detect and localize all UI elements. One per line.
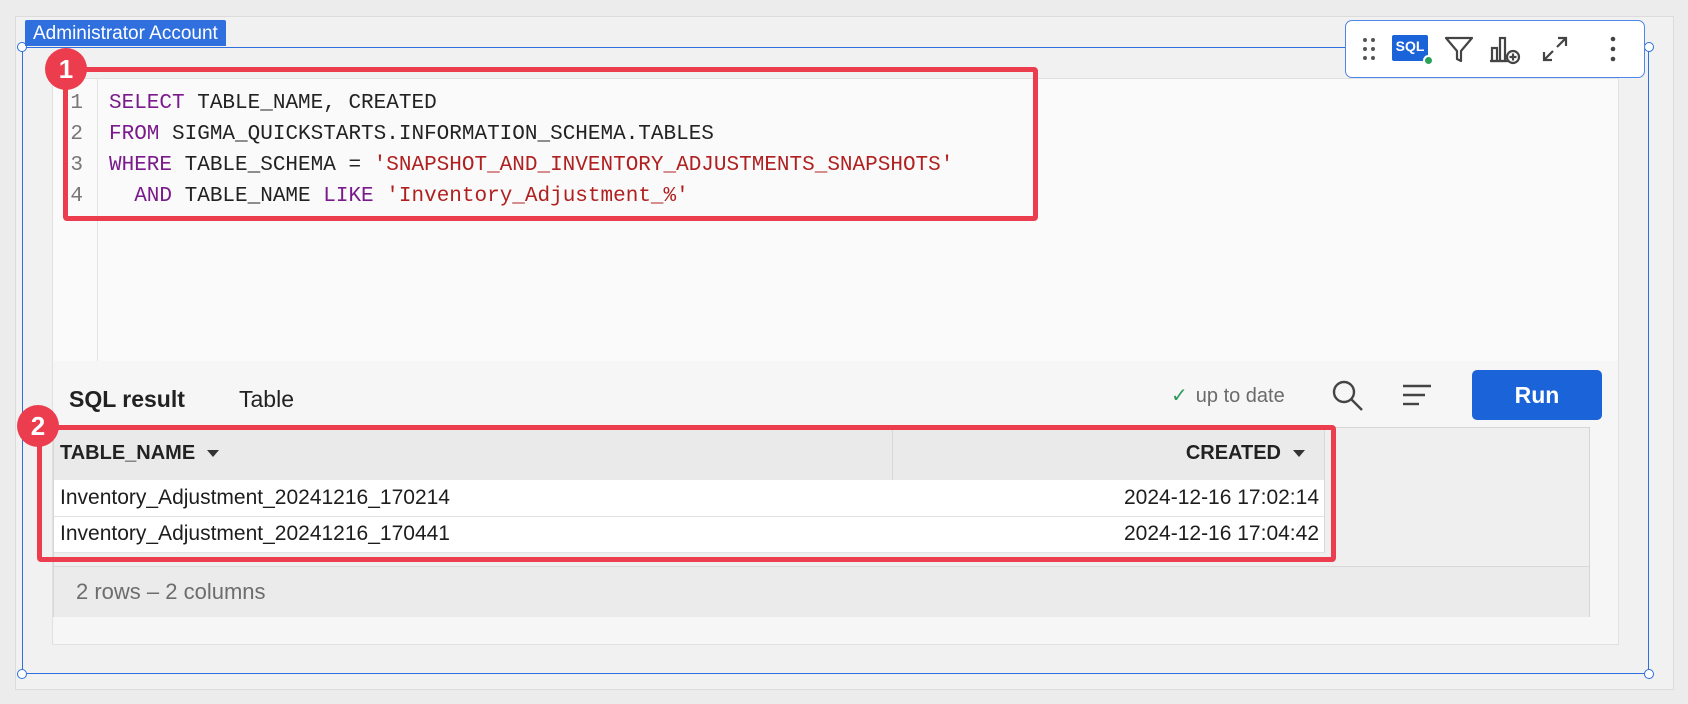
- run-status: ✓ up to date: [1171, 383, 1285, 408]
- checkmark-icon: ✓: [1171, 385, 1188, 407]
- element-label: Administrator Account: [25, 20, 226, 46]
- element-toolbar: SQL: [1345, 20, 1645, 78]
- add-chart-icon[interactable]: [1488, 32, 1522, 66]
- grid-footer: 2 rows – 2 columns: [54, 566, 1589, 617]
- result-tabs: SQL result Table: [53, 380, 1618, 430]
- more-icon[interactable]: [1596, 32, 1630, 66]
- format-lines-icon[interactable]: [1397, 376, 1437, 416]
- callout-box-results: [37, 425, 1336, 562]
- tab-sql-result[interactable]: SQL result: [69, 386, 185, 413]
- status-text: up to date: [1195, 385, 1285, 407]
- callout-box-query: [63, 67, 1038, 221]
- run-button[interactable]: Run: [1472, 370, 1602, 420]
- filter-icon[interactable]: [1442, 32, 1476, 66]
- search-icon[interactable]: [1328, 376, 1368, 416]
- sql-status-dot: [1423, 55, 1434, 66]
- callout-marker-1: 1: [45, 48, 87, 90]
- tab-table[interactable]: Table: [239, 386, 294, 413]
- resize-handle-bottom-left[interactable]: [17, 669, 27, 679]
- callout-marker-2: 2: [17, 405, 59, 447]
- row-column-count: 2 rows – 2 columns: [76, 579, 266, 604]
- expand-icon[interactable]: [1538, 32, 1572, 66]
- resize-handle-top-right[interactable]: [1644, 42, 1654, 52]
- drag-handle-icon[interactable]: [1352, 32, 1386, 66]
- resize-handle-bottom-right[interactable]: [1644, 669, 1654, 679]
